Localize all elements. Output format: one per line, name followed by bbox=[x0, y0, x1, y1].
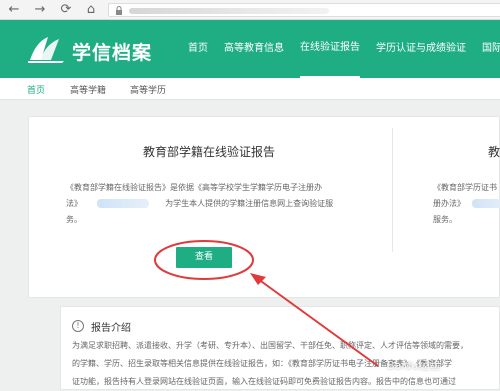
nav-home[interactable]: 首页 bbox=[188, 20, 208, 78]
nav-degree-certification[interactable]: 学历认证与成绩验证 bbox=[376, 20, 466, 78]
nav-international[interactable]: 国际合 bbox=[482, 20, 500, 78]
site-header: 学信档案 首页 高等教育信息 在线验证报告 学历认证与成绩验证 国际合 bbox=[0, 20, 500, 78]
right-card-title: 教 bbox=[488, 145, 500, 159]
left-desc-line-2-prefix: 法》 bbox=[66, 199, 82, 208]
redacted-text bbox=[96, 199, 149, 208]
subnav-degree[interactable]: 高等学历 bbox=[130, 83, 166, 96]
nav-online-verification-report[interactable]: 在线验证报告 bbox=[300, 20, 360, 78]
right-desc-line-1: 《教育部学历证书 bbox=[433, 183, 497, 192]
back-arrow-icon[interactable]: ← bbox=[6, 2, 22, 18]
logo-text[interactable]: 学信档案 bbox=[72, 38, 152, 65]
forward-arrow-icon[interactable]: → bbox=[32, 2, 48, 18]
left-card-title: 教育部学籍在线验证报告 bbox=[143, 145, 276, 159]
left-card-description: 《教育部学籍在线验证报告》是依据《高等学校学生学籍学历电子注册办 法》 为学生本… bbox=[66, 180, 386, 228]
sub-nav: 首页 高等学籍 高等学历 bbox=[0, 78, 500, 100]
card-divider bbox=[392, 128, 393, 252]
home-icon[interactable]: ⌂ bbox=[83, 2, 99, 18]
subnav-student-status[interactable]: 高等学籍 bbox=[70, 83, 106, 96]
right-card-description: 《教育部学历证书 册办法》 服务。 bbox=[433, 180, 500, 228]
redacted-text bbox=[471, 199, 500, 208]
main-nav: 首页 高等教育信息 在线验证报告 学历认证与成绩验证 国际合 bbox=[188, 20, 500, 78]
left-desc-line-3: 务。 bbox=[66, 215, 82, 224]
browser-toolbar: ← → ⟳ ⌂ bbox=[0, 0, 500, 20]
right-desc-line-2: 册办法》 bbox=[433, 199, 465, 208]
left-desc-line-2-suffix: 为学生本人提供的学籍注册信息网上查询验证服 bbox=[165, 199, 334, 208]
watermark: Baidu经验 bbox=[387, 359, 441, 372]
right-desc-line-3: 服务。 bbox=[433, 215, 457, 224]
intro-line-1: 为满足求职招聘、派遣接收、升学（考研、专升本）、出国留学、干部任免、职称评定、人… bbox=[72, 341, 468, 350]
left-desc-line-1: 《教育部学籍在线验证报告》是依据《高等学校学生学籍学历电子注册办 bbox=[66, 183, 322, 192]
nav-higher-education-info[interactable]: 高等教育信息 bbox=[224, 20, 284, 78]
reload-icon[interactable]: ⟳ bbox=[58, 2, 74, 18]
intro-header: ! 报告介绍 bbox=[72, 318, 131, 334]
logo-icon bbox=[28, 37, 64, 63]
intro-line-3: 证功能，报告持有人登录网站在线验证页面，输入在线验证码即可免费验证报告内容。报告… bbox=[72, 377, 456, 386]
subnav-home[interactable]: 首页 bbox=[27, 83, 45, 96]
intro-title: 报告介绍 bbox=[91, 322, 131, 334]
url-text-blurred bbox=[129, 8, 329, 14]
info-icon: ! bbox=[72, 320, 84, 332]
lock-icon bbox=[116, 6, 122, 15]
view-button[interactable]: 查看 bbox=[176, 247, 232, 268]
address-bar[interactable] bbox=[108, 3, 500, 17]
